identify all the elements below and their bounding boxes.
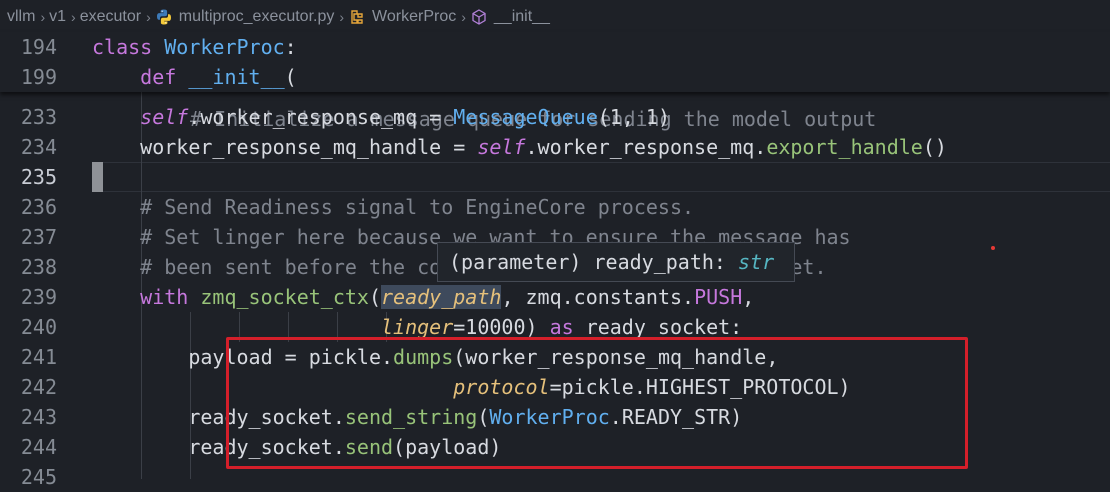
breadcrumb: vllm › v1 › executor › multiproc_executo… xyxy=(0,0,1110,34)
code-token: self xyxy=(477,135,526,159)
highlight-annotation-box xyxy=(226,337,968,469)
code-text: with zmq_socket_ctx(ready_path, zmq.cons… xyxy=(92,282,754,312)
breadcrumb-item-method[interactable]: __init__ xyxy=(494,8,550,26)
line-number: 194 xyxy=(20,35,57,59)
code-text: worker_response_mq_handle = self.worker_… xyxy=(92,132,947,162)
sticky-scroll-header[interactable]: 194 class WorkerProc: 199 def __init__( xyxy=(0,32,1110,92)
code-token: ready_socket: xyxy=(585,315,743,339)
chevron-right-icon: › xyxy=(40,9,46,25)
line-number: 241 xyxy=(20,345,57,369)
method-symbol-icon xyxy=(472,9,486,25)
breadcrumb-item-v1[interactable]: v1 xyxy=(49,8,66,26)
code-token: , xyxy=(742,285,755,309)
code-token: : xyxy=(284,35,297,59)
code-token: # Send Readiness signal to EngineCore pr… xyxy=(92,195,695,219)
hover-signature: (parameter) ready_path: xyxy=(449,250,738,274)
code-token: .worker_response_mq = xyxy=(188,105,454,129)
code-token: PUSH xyxy=(694,285,743,309)
code-token: __init__ xyxy=(188,65,285,89)
code-token: worker_response_mq_handle = xyxy=(92,135,478,159)
code-token: class xyxy=(92,35,165,59)
breadcrumb-item-class[interactable]: WorkerProc xyxy=(372,8,456,26)
class-symbol-icon xyxy=(351,10,363,24)
code-token: .worker_response_mq. xyxy=(525,135,767,159)
line-number: 235 xyxy=(20,165,57,189)
code-token: self xyxy=(140,105,189,129)
code-token: =10000) xyxy=(453,315,550,339)
line-number: 240 xyxy=(20,315,57,339)
chevron-right-icon: › xyxy=(71,9,76,25)
line-number: 234 xyxy=(20,135,57,159)
code-line[interactable]: 235 xyxy=(0,162,1110,192)
code-line[interactable]: 233 self.worker_response_mq = MessageQue… xyxy=(0,102,1110,132)
code-token: ready_path xyxy=(381,285,502,309)
breadcrumb-item-executor[interactable]: executor xyxy=(80,8,141,26)
code-token: with xyxy=(140,285,201,309)
chevron-right-icon: › xyxy=(461,9,466,25)
code-line[interactable]: 234 worker_response_mq_handle = self.wor… xyxy=(0,132,1110,162)
code-token: zmq_socket_ctx xyxy=(200,285,369,309)
code-line[interactable]: 194 class WorkerProc: xyxy=(0,32,1110,62)
line-number: 243 xyxy=(20,405,57,429)
line-number: 238 xyxy=(20,255,57,279)
code-text: # Send Readiness signal to EngineCore pr… xyxy=(92,192,694,222)
code-token: def xyxy=(140,65,189,89)
code-token: , zmq.constants. xyxy=(501,285,695,309)
breadcrumb-item-vllm[interactable]: vllm xyxy=(7,8,35,26)
line-number: 236 xyxy=(20,195,57,219)
code-token: as xyxy=(549,315,586,339)
chevron-right-icon: › xyxy=(339,9,345,25)
line-number: 242 xyxy=(20,375,57,399)
line-number: 199 xyxy=(20,65,57,89)
code-token: export_handle xyxy=(766,135,923,159)
code-line[interactable]: 239 with zmq_socket_ctx(ready_path, zmq.… xyxy=(0,282,1110,312)
code-token: () xyxy=(922,135,947,159)
hover-type: str xyxy=(737,250,775,274)
code-token: linger xyxy=(380,315,454,339)
line-number: 233 xyxy=(20,105,57,129)
red-marker-dot xyxy=(991,246,995,250)
line-number: 244 xyxy=(20,435,57,459)
code-text: class WorkerProc: xyxy=(92,32,297,62)
breadcrumb-item-file[interactable]: multiproc_executor.py xyxy=(179,8,335,26)
python-file-icon xyxy=(156,9,171,25)
line-number: 245 xyxy=(20,465,57,489)
code-token: ( xyxy=(368,285,382,309)
chevron-right-icon: › xyxy=(146,9,151,25)
hover-tooltip: (parameter) ready_path: str xyxy=(437,242,795,282)
code-text: self.worker_response_mq = MessageQueue(1… xyxy=(92,102,670,132)
code-line[interactable]: 236 # Send Readiness signal to EngineCor… xyxy=(0,192,1110,222)
code-token: ( xyxy=(284,65,297,89)
code-token: MessageQueue xyxy=(453,105,598,129)
line-number: 237 xyxy=(20,225,57,249)
code-token: WorkerProc xyxy=(164,35,285,59)
code-token: (1, 1) xyxy=(597,105,670,129)
code-line[interactable]: 199 def __init__( xyxy=(0,62,1110,92)
line-number: 239 xyxy=(20,285,57,309)
code-text: def __init__( xyxy=(92,62,297,92)
